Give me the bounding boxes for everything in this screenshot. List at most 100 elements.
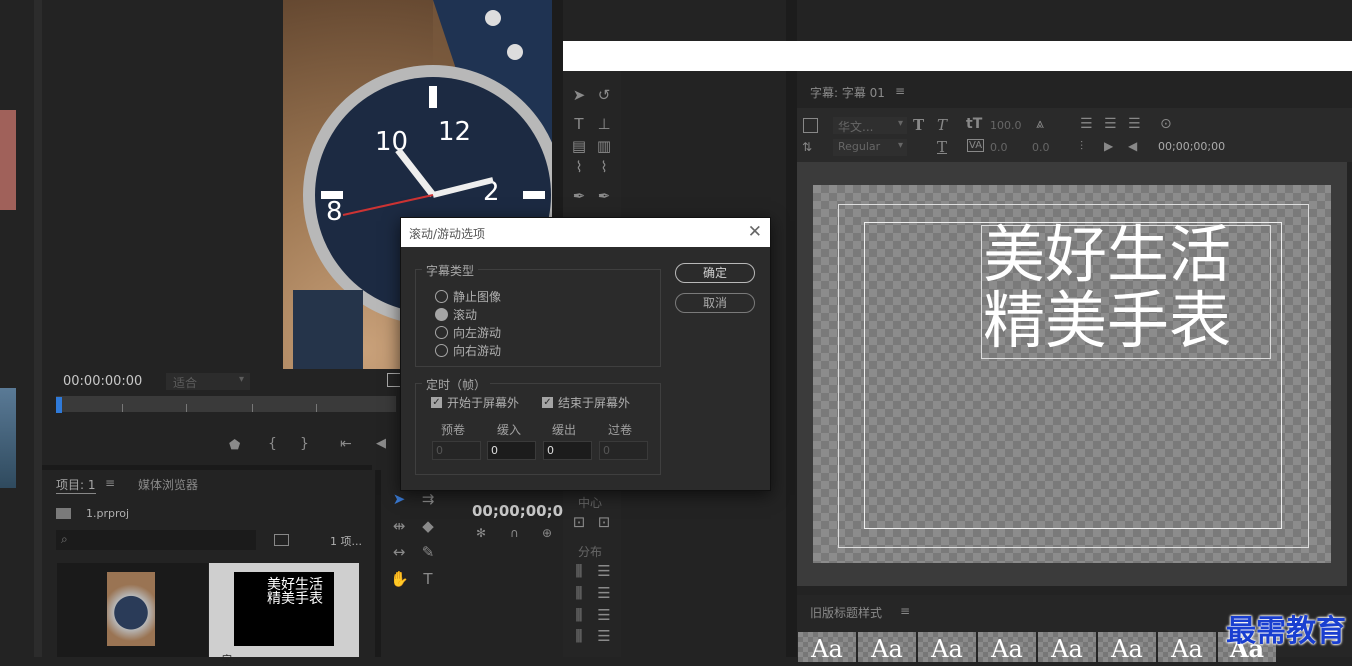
easeout-field[interactable]: 0 [543, 441, 592, 460]
end-offscreen-checkbox[interactable]: ✓ 结束于屏幕外 [542, 394, 630, 411]
mark-in-icon[interactable]: { [268, 436, 277, 452]
radio-label: 滚动 [453, 308, 478, 322]
style-swatch-4[interactable]: Aa [978, 632, 1036, 662]
align-left-icon[interactable]: ☰ [1080, 116, 1093, 132]
radio-button[interactable] [435, 326, 448, 339]
radio-button[interactable] [435, 344, 448, 357]
distribute-icon-8[interactable]: ☰ [595, 627, 613, 645]
radio-still[interactable]: 静止图像 [435, 288, 501, 305]
checkmark-icon[interactable]: ✓ [542, 397, 553, 408]
project-item-watch[interactable] [57, 563, 208, 657]
ok-button[interactable]: 确定 [675, 263, 755, 283]
titler-vertical-area-icon[interactable]: ▥ [595, 137, 613, 155]
styles-menu-icon[interactable]: ≡ [900, 604, 910, 618]
style-swatch-7[interactable]: Aa [1158, 632, 1216, 662]
play-icon[interactable]: ▶ [1104, 139, 1113, 153]
type-tool-icon[interactable]: T [419, 570, 437, 588]
underline-icon[interactable]: T [937, 138, 947, 156]
titler-timecode[interactable]: 00;00;00;00 [1158, 140, 1225, 153]
distribute-icon-1[interactable]: ⫼ [570, 562, 588, 580]
hamburger-icon[interactable]: ≡ [105, 476, 115, 490]
razor-tool-icon[interactable]: ◆ [419, 517, 437, 535]
close-icon[interactable]: ✕ [748, 222, 762, 242]
font-size-value[interactable]: 100.0 [990, 119, 1022, 132]
program-timecode[interactable]: 00:00:00:00 [63, 374, 142, 389]
titler-menu-icon[interactable]: ≡ [895, 84, 905, 98]
distribute-icon-4[interactable]: ☰ [595, 584, 613, 602]
radio-crawl-left[interactable]: 向左游动 [435, 324, 501, 341]
align-v-center-icon[interactable]: ⊡ [595, 513, 613, 531]
fit-dropdown[interactable]: 适合 ▾ [166, 373, 250, 390]
project-search-input[interactable]: ⌕ [56, 530, 256, 550]
timeline-timecode[interactable]: 00;00;00;00 [472, 502, 574, 520]
new-title-icon[interactable] [803, 118, 818, 133]
italic-icon[interactable]: T [937, 116, 947, 134]
go-to-in-icon[interactable]: ⇤ [340, 436, 352, 452]
canvas-text-line2[interactable]: 精美手表 [983, 288, 1283, 354]
start-offscreen-checkbox[interactable]: ✓ 开始于屏幕外 [431, 394, 519, 411]
easein-field[interactable]: 0 [487, 441, 536, 460]
checkmark-icon[interactable]: ✓ [431, 397, 442, 408]
track-select-tool-icon[interactable]: ⇉ [419, 490, 437, 508]
tab-stops-icon[interactable]: ⫶ [1080, 139, 1083, 154]
titler-area-type-icon[interactable]: ▤ [570, 137, 588, 155]
marker-add-icon[interactable]: ⊕ [542, 526, 552, 540]
kerning-value[interactable]: 0.0 [990, 141, 1008, 154]
roll-crawl-icon[interactable]: ⇅ [802, 140, 812, 154]
pen-tool-icon[interactable]: ✎ [419, 543, 437, 561]
camera-icon[interactable] [274, 534, 289, 546]
radio-button[interactable] [435, 308, 448, 321]
titler-add-anchor-icon[interactable]: ✒ [595, 187, 613, 205]
cancel-button[interactable]: 取消 [675, 293, 755, 313]
titler-rotate-icon[interactable]: ↺ [595, 86, 613, 104]
radio-roll[interactable]: 滚动 [435, 306, 477, 323]
marker-icon[interactable]: ⬟ [229, 438, 240, 453]
hand-tool-icon[interactable]: ✋ [390, 570, 409, 588]
font-family-dropdown[interactable]: 华文... ▾ [833, 117, 907, 134]
font-style-value: Regular [838, 140, 881, 153]
align-right-icon[interactable]: ☰ [1128, 116, 1141, 132]
canvas-text-line1[interactable]: 美好生活 [983, 222, 1283, 288]
slip-tool-icon[interactable]: ↔ [390, 543, 408, 561]
titler-vertical-type-icon[interactable]: ⊥ [595, 115, 613, 133]
tab-project[interactable]: 项目: 1 [56, 476, 96, 494]
playhead-marker[interactable] [56, 397, 62, 413]
distribute-icon-2[interactable]: ☰ [595, 562, 613, 580]
style-swatch-1[interactable]: Aa [798, 632, 856, 662]
titler-pen-icon[interactable]: ✒ [570, 187, 588, 205]
align-h-center-icon[interactable]: ⊡ [570, 513, 588, 531]
postroll-field[interactable]: 0 [599, 441, 648, 460]
distribute-icon-3[interactable]: ⫼ [570, 584, 588, 602]
style-swatch-6[interactable]: Aa [1098, 632, 1156, 662]
radio-button[interactable] [435, 290, 448, 303]
dialog-titlebar[interactable]: 滚动/游动选项 ✕ [401, 218, 770, 247]
step-back-icon[interactable]: ◀ [376, 436, 386, 451]
style-swatch-2[interactable]: Aa [858, 632, 916, 662]
titler-select-icon[interactable]: ➤ [570, 86, 588, 104]
reverse-icon[interactable]: ◀ [1128, 139, 1137, 153]
titler-vertical-path-icon[interactable]: ⌇ [595, 158, 613, 176]
font-style-dropdown[interactable]: Regular ▾ [833, 139, 907, 156]
snap-icon[interactable]: ✻ [476, 526, 486, 540]
style-swatch-5[interactable]: Aa [1038, 632, 1096, 662]
mark-out-icon[interactable]: } [300, 436, 309, 452]
titler-type-icon[interactable]: T [570, 115, 588, 133]
magnet-icon[interactable]: ∩ [510, 526, 519, 540]
distribute-icon-7[interactable]: ⫼ [570, 627, 588, 645]
titler-path-type-icon[interactable]: ⌇ [570, 158, 588, 176]
style-swatch-3[interactable]: Aa [918, 632, 976, 662]
project-item-title[interactable]: 美好生活 精美手表 字... [209, 563, 359, 666]
leading-value[interactable]: 0.0 [1032, 141, 1050, 154]
program-time-ruler[interactable] [56, 396, 396, 412]
bold-icon[interactable]: T [913, 116, 924, 134]
distribute-icon-5[interactable]: ⫼ [570, 606, 588, 624]
selection-tool-icon[interactable]: ➤ [390, 490, 408, 508]
align-center-icon[interactable]: ☰ [1104, 116, 1117, 132]
show-video-icon[interactable]: ⊙ [1160, 116, 1172, 132]
radio-crawl-right[interactable]: 向右游动 [435, 342, 501, 359]
settings-icon[interactable] [387, 373, 401, 387]
preroll-field[interactable]: 0 [432, 441, 481, 460]
distribute-icon-6[interactable]: ☰ [595, 606, 613, 624]
ripple-edit-tool-icon[interactable]: ⇹ [390, 517, 408, 535]
tab-media-browser[interactable]: 媒体浏览器 [138, 476, 198, 493]
